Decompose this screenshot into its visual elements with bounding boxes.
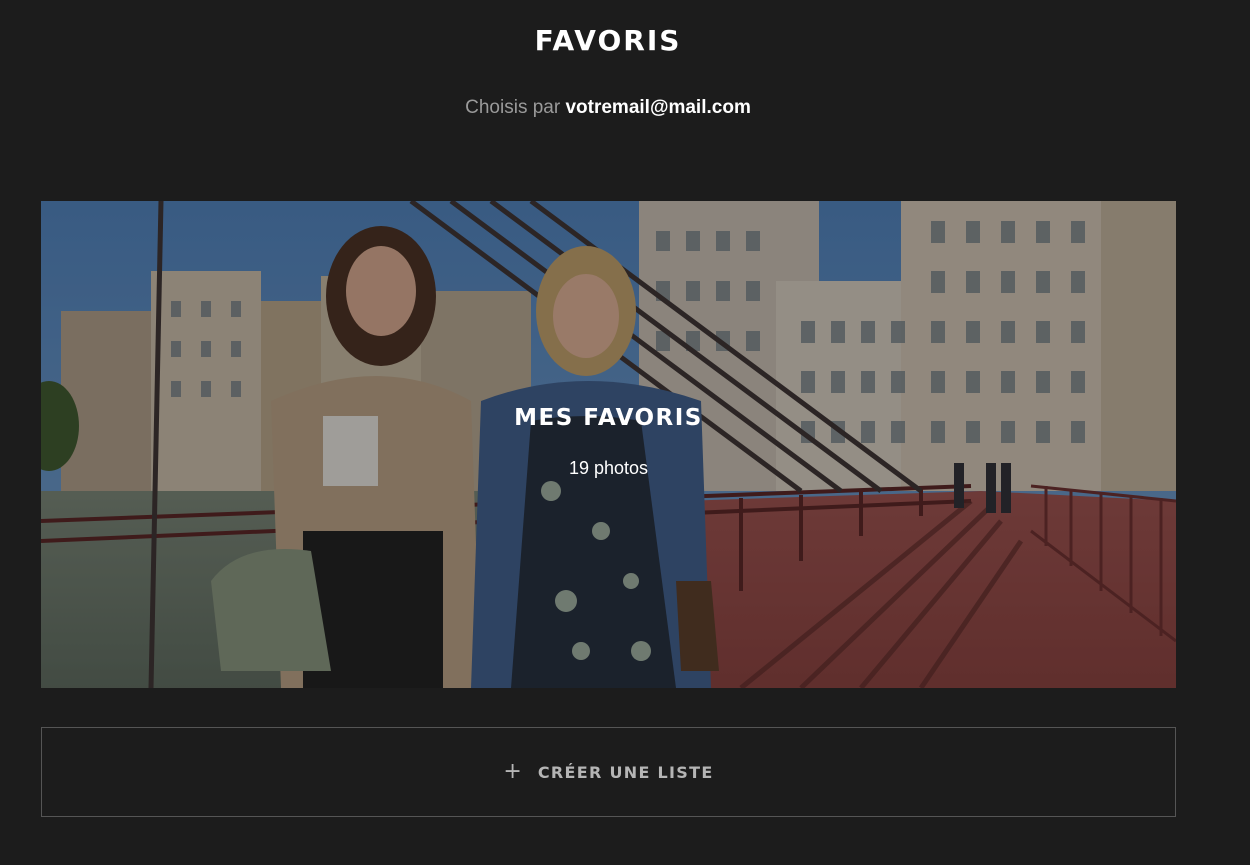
create-list-label: CRÉER UNE LISTE: [537, 762, 714, 782]
owner-email: votremail@mail.com: [565, 97, 751, 118]
page-subtitle: Choisis par votremail@mail.com: [0, 97, 1216, 119]
card-photo-count: 19 photos: [568, 458, 649, 478]
create-list-button[interactable]: + CRÉER UNE LISTE: [41, 727, 1176, 817]
card-title: MES FAVORIS: [514, 405, 703, 431]
favorites-list-card[interactable]: MES FAVORIS 19 photos: [41, 201, 1176, 688]
subtitle-prefix: Choisis par: [465, 97, 561, 118]
card-dark-overlay: [41, 201, 1176, 688]
favorites-page: FAVORIS Choisis par votremail@mail.com M…: [0, 0, 1250, 865]
plus-icon: +: [503, 759, 522, 784]
page-title: FAVORIS: [534, 24, 682, 57]
